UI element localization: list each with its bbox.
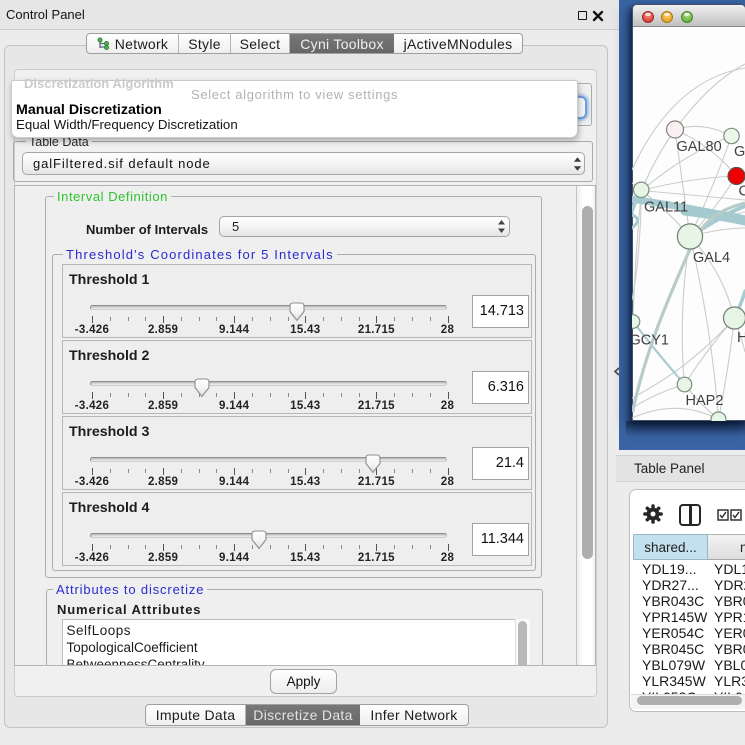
svg-text:GAL11: GAL11: [644, 200, 688, 216]
svg-text:GCY1: GCY1: [632, 333, 669, 349]
svg-text:GAL4: GAL4: [693, 250, 730, 266]
svg-text:GAL80: GAL80: [677, 139, 722, 155]
svg-text:GA: GA: [734, 144, 745, 160]
svg-text:H: H: [737, 330, 745, 346]
svg-text:HAP2: HAP2: [686, 393, 724, 409]
svg-text:C: C: [739, 184, 745, 200]
